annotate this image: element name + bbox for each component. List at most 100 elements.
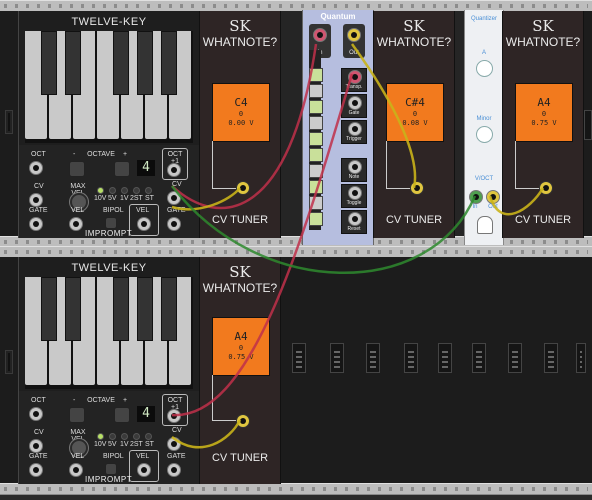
range-2st-led[interactable] [133,187,140,194]
transpose-jack[interactable] [348,70,362,84]
range-10v-led[interactable] [97,187,104,194]
range-5v-led[interactable] [109,187,116,194]
out-section: Out [343,24,365,58]
black-key-as[interactable] [161,31,177,95]
range-1v-led[interactable] [121,187,128,194]
gate-input-jack[interactable] [29,463,43,477]
black-key-cs[interactable] [41,31,57,95]
reset-label: Reset [347,226,361,232]
octave-plus-button[interactable] [114,407,130,423]
voct-in-jack[interactable] [469,190,483,204]
quantum-module: Quantum In Out Transp. Gate Trigger Note… [302,10,374,245]
reset-jack[interactable] [348,212,362,226]
range-label-5v: 5V [108,195,117,202]
range-label-st: ST [145,195,154,202]
voct-out-jack[interactable] [486,190,500,204]
module-title: WHATNOTE? [202,281,278,295]
vel-output-label: VEL [136,453,150,460]
range-2st-led[interactable] [133,433,140,440]
semitone-button-10[interactable] [309,212,323,226]
cv-input-jack[interactable] [539,181,553,195]
oct-label: OCT [31,397,46,404]
vel-output-jack[interactable] [137,463,151,477]
note-name: A4 [234,330,248,343]
range-10v-led[interactable] [97,433,104,440]
semitone-button-4[interactable] [309,116,323,130]
range-1v-led[interactable] [121,433,128,440]
range-label-2st: 2ST [130,195,143,202]
semitone-button-2[interactable] [309,84,323,98]
cv-input-jack[interactable] [410,181,424,195]
black-key-gs[interactable] [137,277,153,341]
octave-value: 0 [238,110,244,118]
gate-input-jack[interactable] [29,217,43,231]
out-label: Out [349,50,359,56]
module-title: WHATNOTE? [202,35,278,49]
rack-slot-5 [438,343,452,373]
semitone-button-9[interactable] [309,196,323,210]
oct-plus-output-jack[interactable] [167,409,181,423]
range-st-led[interactable] [145,433,152,440]
black-key-ds[interactable] [65,277,81,341]
black-key-fs[interactable] [113,31,129,95]
bipol-button[interactable] [105,463,117,475]
out-jack[interactable] [347,28,361,42]
oct-input-jack[interactable] [29,161,43,175]
black-key-gs[interactable] [137,31,153,95]
empty-panel-b [454,11,464,236]
gate-jack[interactable] [348,96,362,110]
whatnote-module-2: SK WHATNOTE? C#4 0 0.08 V CV TUNER [373,11,455,238]
toggle-jack[interactable] [348,186,362,200]
semitone-button-3[interactable] [309,100,323,114]
vel-output-jack[interactable] [137,217,151,231]
control-panel: OCT - OCTAVE + 4 OCT +1 CV MAX VEL 10V 5… [19,391,199,484]
rack-rail-bottom [0,483,592,495]
scale-knob[interactable] [476,126,493,143]
range-5v-led[interactable] [109,433,116,440]
module-title: WHATNOTE? [505,35,581,49]
note-jack[interactable] [348,160,362,174]
empty-panel-a [280,11,302,236]
voltage-value: 0.75 V [531,119,557,127]
cv-output-jack[interactable] [167,437,181,451]
black-key-as[interactable] [161,277,177,341]
oct-input-jack[interactable] [29,407,43,421]
control-panel: OCT - OCTAVE + 4 OCT +1 CV MAX VEL 10V 5… [19,145,199,238]
voltage-value: 0.75 V [228,353,254,361]
in-jack[interactable] [313,28,327,42]
cv-output-label: CV [172,427,182,434]
semitone-button-7[interactable] [309,164,323,178]
oct-plus-output-jack[interactable] [167,163,181,177]
black-key-ds[interactable] [65,31,81,95]
cv-output-jack[interactable] [167,191,181,205]
semitone-button-5[interactable] [309,132,323,146]
gate-output-jack[interactable] [167,217,181,231]
octave-minus-button[interactable] [69,161,85,177]
gate-output-jack[interactable] [167,463,181,477]
cv-input-jack[interactable] [236,181,250,195]
cv-input-jack[interactable] [236,414,250,428]
range-st-led[interactable] [145,187,152,194]
module-title: TWELVE-KEY [71,16,147,28]
cv-label: CV [34,183,44,190]
black-key-cs[interactable] [41,277,57,341]
cv-input-jack[interactable] [29,193,43,207]
vel-input-jack[interactable] [69,463,83,477]
octave-plus-button[interactable] [114,161,130,177]
octave-minus-button[interactable] [69,407,85,423]
root-knob[interactable] [476,60,493,77]
semitone-button-8[interactable] [309,180,323,194]
semitone-button-1[interactable] [309,68,323,82]
black-key-fs[interactable] [113,277,129,341]
octave-display: 4 [137,406,155,422]
trigger-jack[interactable] [348,122,362,136]
oct-label: OCT [31,151,46,158]
module-footer: CV TUNER [514,214,572,226]
cv-input-jack[interactable] [29,439,43,453]
vel-input-jack[interactable] [69,217,83,231]
semitone-button-6[interactable] [309,148,323,162]
octave-value: 0 [412,110,418,118]
vel-label: VEL [71,453,85,460]
octave-minus-label: - [73,397,76,404]
bipol-button[interactable] [105,217,117,229]
